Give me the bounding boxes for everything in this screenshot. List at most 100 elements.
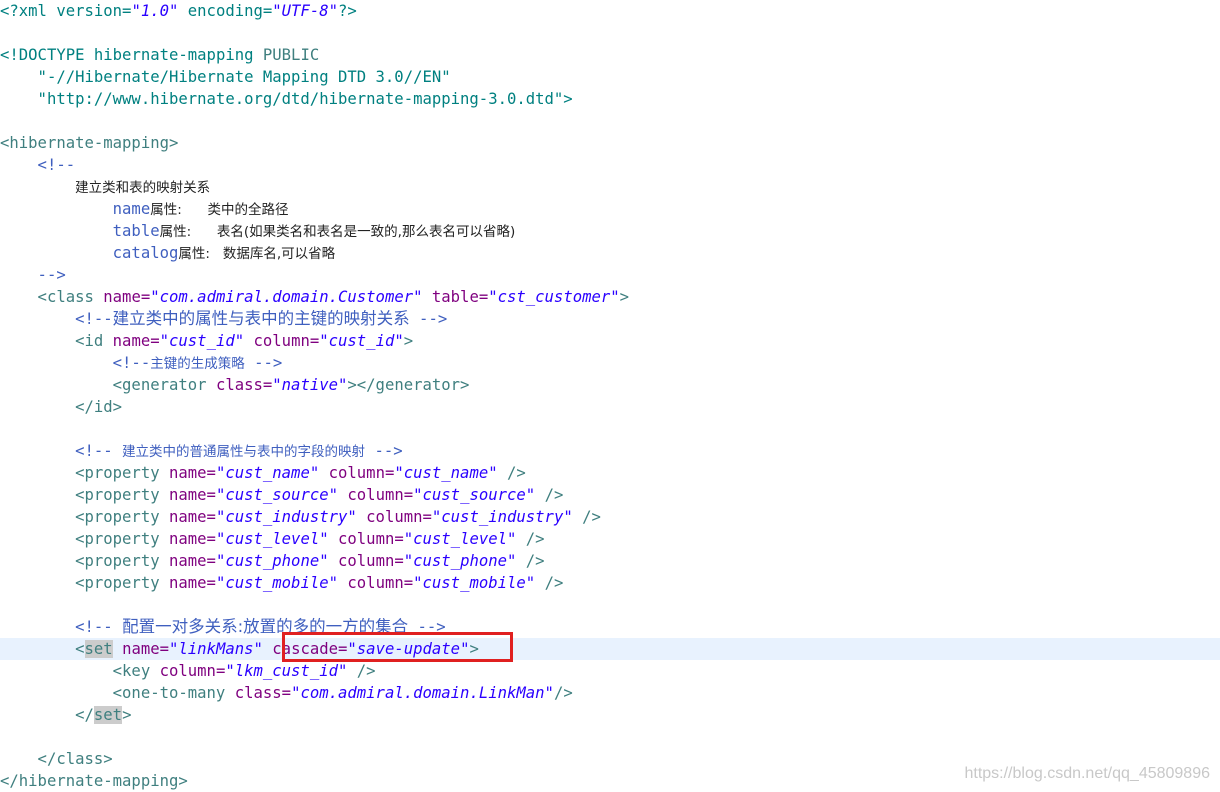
code-line[interactable]: <!--建立类中的属性与表中的主键的映射关系 --> (0, 308, 1220, 330)
code-token: column= (328, 552, 404, 570)
code-token: "com.admiral.domain.Customer" (150, 288, 423, 306)
code-token: column= (319, 464, 395, 482)
code-line[interactable]: <property name="cust_mobile" column="cus… (0, 572, 1220, 594)
code-token: cascade= (262, 640, 348, 658)
code-token: <property (0, 552, 169, 570)
code-token: "cust_level" (403, 530, 517, 548)
code-token: class= (234, 684, 292, 702)
code-token: </hibernate-mapping> (0, 772, 188, 790)
code-token: <!-- (0, 354, 151, 372)
code-token: name= (169, 508, 216, 526)
code-token: /> (516, 552, 545, 570)
code-token: name= (169, 486, 216, 504)
code-token: </ (0, 706, 94, 724)
code-line[interactable]: <!--主键的生成策略 --> (0, 352, 1220, 374)
code-line[interactable]: <key column="lkm_cust_id" /> (0, 660, 1220, 682)
code-line[interactable]: <one-to-many class="com.admiral.domain.L… (0, 682, 1220, 704)
code-line[interactable]: <property name="cust_name" column="cust_… (0, 462, 1220, 484)
code-token: > (619, 288, 630, 306)
code-token: catalog (0, 244, 179, 262)
code-line[interactable]: <property name="cust_phone" column="cust… (0, 550, 1220, 572)
code-token: name= (169, 464, 216, 482)
code-token: "com.admiral.domain.LinkMan" (291, 684, 554, 702)
code-line[interactable]: <property name="cust_industry" column="c… (0, 506, 1220, 528)
code-line[interactable]: <hibernate-mapping> (0, 132, 1220, 154)
code-token: name= (112, 332, 160, 350)
code-line[interactable]: table属性: 表名(如果类名和表名是一致的,那么表名可以省略) (0, 220, 1220, 242)
code-token: set (84, 640, 113, 658)
code-token: > (469, 640, 479, 658)
code-line[interactable]: <!-- 配置一对多关系:放置的多的一方的集合 --> (0, 616, 1220, 638)
code-token: 属性: 数据库名,可以省略 (178, 246, 336, 262)
code-token: name (0, 200, 151, 218)
code-token: "cust_id" (319, 332, 404, 350)
code-token: <class (0, 288, 104, 306)
code-line[interactable]: </set> (0, 704, 1220, 726)
code-token: "cust_id" (159, 332, 245, 350)
code-line[interactable]: <!-- 建立类中的普通属性与表中的字段的映射 --> (0, 440, 1220, 462)
code-token: encoding= (178, 2, 273, 20)
code-line[interactable]: "http://www.hibernate.org/dtd/hibernate-… (0, 88, 1220, 110)
code-token: column= (328, 530, 404, 548)
code-token: <id (0, 332, 113, 350)
code-token: > (403, 332, 414, 350)
code-line[interactable]: <id name="cust_id" column="cust_id"> (0, 330, 1220, 352)
watermark: https://blog.csdn.net/qq_45809896 (964, 765, 1210, 782)
code-line[interactable]: name属性: 类中的全路径 (0, 198, 1220, 220)
code-token: column= (244, 332, 320, 350)
code-line[interactable]: <property name="cust_source" column="cus… (0, 484, 1220, 506)
code-line[interactable]: <property name="cust_level" column="cust… (0, 528, 1220, 550)
code-line[interactable]: <generator class="native"></generator> (0, 374, 1220, 396)
code-token: "cust_source" (413, 486, 536, 504)
code-line[interactable]: </id> (0, 396, 1220, 418)
code-token: column= (356, 508, 432, 526)
code-token: "save-update" (347, 640, 470, 658)
code-line[interactable]: catalog属性: 数据库名,可以省略 (0, 242, 1220, 264)
code-token: <property (0, 574, 169, 592)
code-token: column= (338, 574, 414, 592)
code-token: 属性: 表名(如果类名和表名是一致的,那么表名可以省略) (159, 224, 516, 240)
code-line[interactable]: --> (0, 264, 1220, 286)
code-token: set (93, 706, 123, 724)
code-token: "cust_name" (394, 464, 498, 482)
code-line-current[interactable]: <set name="linkMans" cascade="save-updat… (0, 638, 1220, 660)
code-token: <one-to-many (0, 684, 235, 702)
code-token: /> (516, 530, 545, 548)
code-line[interactable]: <!DOCTYPE hibernate-mapping PUBLIC (0, 44, 1220, 66)
code-token: 建立类中的普通属性与表中的字段的映射 (122, 444, 366, 460)
code-token: column= (338, 486, 414, 504)
code-token: 建立类中的属性与表中的主键的映射关系 (112, 309, 410, 328)
code-token: column= (159, 662, 226, 680)
code-line[interactable]: 建立类和表的映射关系 (0, 176, 1220, 198)
code-editor[interactable]: <?xml version="1.0" encoding="UTF-8"?> <!… (0, 0, 1220, 791)
code-line[interactable]: <!-- (0, 154, 1220, 176)
code-token: table= (422, 288, 489, 306)
code-token: 主键的生成策略 (150, 356, 245, 372)
code-token: ?> (338, 2, 357, 20)
code-token: /> (347, 662, 376, 680)
code-token: "cust_industry" (431, 508, 573, 526)
code-token: </id> (0, 398, 123, 416)
code-token: <?xml version= (0, 2, 132, 20)
code-token: <hibernate-mapping> (0, 134, 179, 152)
code-token: --> (408, 618, 446, 636)
code-line[interactable]: <?xml version="1.0" encoding="UTF-8"?> (0, 0, 1220, 22)
code-token: hibernate-mapping (93, 46, 254, 64)
code-token: 配置一对多关系:放置的多的一方的集合 (122, 617, 409, 636)
code-token: "cust_source" (215, 486, 339, 504)
code-token: "1.0" (131, 2, 179, 20)
code-line[interactable]: "-//Hibernate/Hibernate Mapping DTD 3.0/… (0, 66, 1220, 88)
code-token: </class> (0, 750, 113, 768)
code-token: <!-- (0, 310, 113, 328)
code-token: "UTF-8" (272, 2, 338, 20)
code-token: <!-- (0, 618, 123, 636)
code-token: <property (0, 508, 169, 526)
code-token: class= (215, 376, 273, 394)
code-token: /> (497, 464, 526, 482)
code-token: "cust_name" (215, 464, 320, 482)
code-token: name= (103, 288, 151, 306)
code-token: 建立类和表的映射关系 (75, 180, 211, 196)
code-line[interactable]: <class name="com.admiral.domain.Customer… (0, 286, 1220, 308)
code-token: "lkm_cust_id" (225, 662, 348, 680)
